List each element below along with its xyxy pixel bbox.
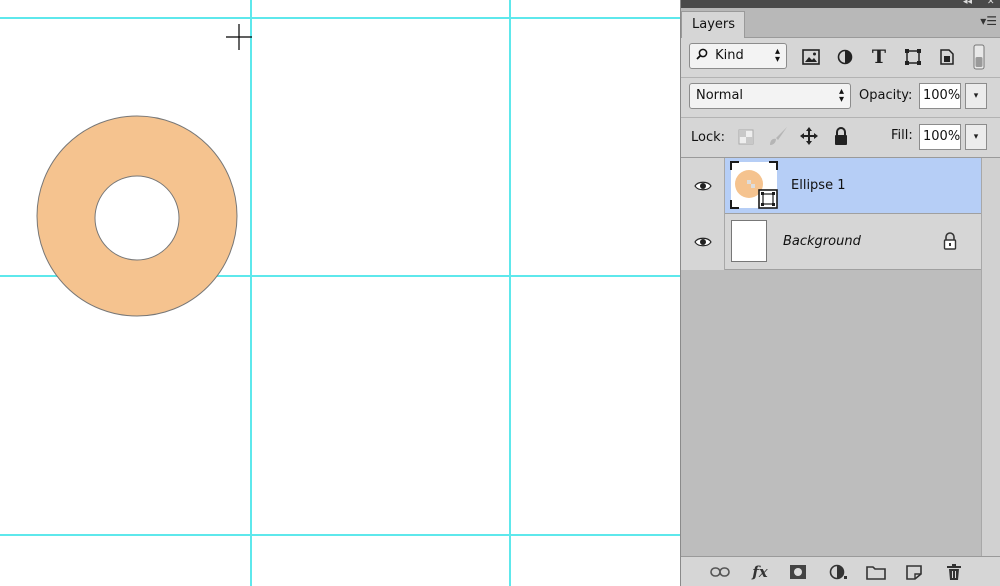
lock-all-icon[interactable] [833, 126, 849, 149]
lock-row: Lock: Fill: 100% ▾ [681, 118, 1000, 158]
type-layer-filter-icon[interactable]: T [868, 46, 890, 68]
fill-dropdown-button[interactable]: ▾ [965, 124, 987, 150]
visibility-toggle[interactable] [681, 158, 725, 214]
pixel-layer-filter-icon[interactable] [800, 46, 822, 68]
new-layer-icon[interactable] [903, 563, 925, 581]
eye-icon [693, 237, 712, 247]
tab-layers-label: Layers [692, 17, 736, 32]
panel-tab-bar: Layers ▾☰ [681, 8, 1000, 38]
collapse-panel-icon[interactable]: ◂◂ [963, 0, 972, 7]
close-panel-icon[interactable]: ✕ [987, 0, 995, 7]
filter-toggle-switch[interactable] [972, 44, 986, 70]
delete-layer-trash-icon[interactable] [943, 563, 965, 581]
layer-row-ellipse-1[interactable]: Ellipse 1 [681, 158, 981, 214]
adjustment-layer-icon[interactable] [827, 563, 849, 581]
layers-panel: ◂◂ ✕ Layers ▾☰ Kind ▴ ▾ T Normal ▴ ▾ Opa… [680, 0, 1000, 586]
updown-arrows-icon: ▴ ▾ [774, 46, 780, 65]
layers-scrollbar[interactable] [981, 158, 1000, 556]
layer-thumbnail [731, 220, 767, 262]
blend-row: Normal ▴ ▾ Opacity: 100% ▾ [681, 78, 1000, 118]
filter-kind-label: Kind [715, 48, 744, 63]
link-layers-icon[interactable] [709, 563, 731, 581]
layers-bottom-toolbar: fx [681, 556, 1000, 586]
panel-title-strip: ◂◂ ✕ [681, 0, 1000, 8]
new-group-folder-icon[interactable] [865, 563, 887, 581]
add-layer-mask-icon[interactable] [787, 563, 809, 581]
lock-icon [943, 232, 957, 253]
lock-label: Lock: [691, 130, 726, 145]
lock-position-move-icon[interactable] [799, 126, 819, 149]
fx-icon[interactable]: fx [749, 563, 771, 581]
document-canvas[interactable] [0, 0, 680, 586]
eye-icon [693, 181, 712, 191]
shape-layer-filter-icon[interactable] [902, 46, 924, 68]
smart-object-filter-icon[interactable] [936, 46, 958, 68]
blend-mode-select[interactable]: Normal ▴ ▾ [689, 83, 851, 109]
adjustment-layer-filter-icon[interactable] [834, 46, 856, 68]
tab-layers[interactable]: Layers [681, 11, 745, 38]
visibility-toggle[interactable] [681, 214, 725, 270]
ellipse-ring-shape[interactable] [0, 0, 680, 586]
blend-mode-value: Normal [696, 88, 744, 103]
opacity-label: Opacity: [859, 88, 913, 103]
lock-transparent-pixels-icon[interactable] [737, 128, 755, 149]
search-icon [696, 48, 708, 60]
lock-image-pixels-brush-icon[interactable] [767, 126, 789, 149]
opacity-dropdown-button[interactable]: ▾ [965, 83, 987, 109]
layers-list: Ellipse 1 Background [681, 158, 981, 556]
layer-name[interactable]: Ellipse 1 [791, 178, 845, 193]
fill-input[interactable]: 100% [919, 124, 961, 150]
panel-menu-icon[interactable]: ▾☰ [980, 14, 997, 28]
layer-name[interactable]: Background [783, 234, 861, 249]
fill-label: Fill: [891, 128, 913, 143]
opacity-input[interactable]: 100% [919, 83, 961, 109]
updown-arrows-icon: ▴ ▾ [838, 86, 844, 105]
layer-row-background[interactable]: Background [681, 214, 981, 270]
filter-kind-select[interactable]: Kind ▴ ▾ [689, 43, 787, 69]
crosshair-cursor-icon [226, 24, 252, 50]
layer-thumbnail [730, 161, 778, 209]
